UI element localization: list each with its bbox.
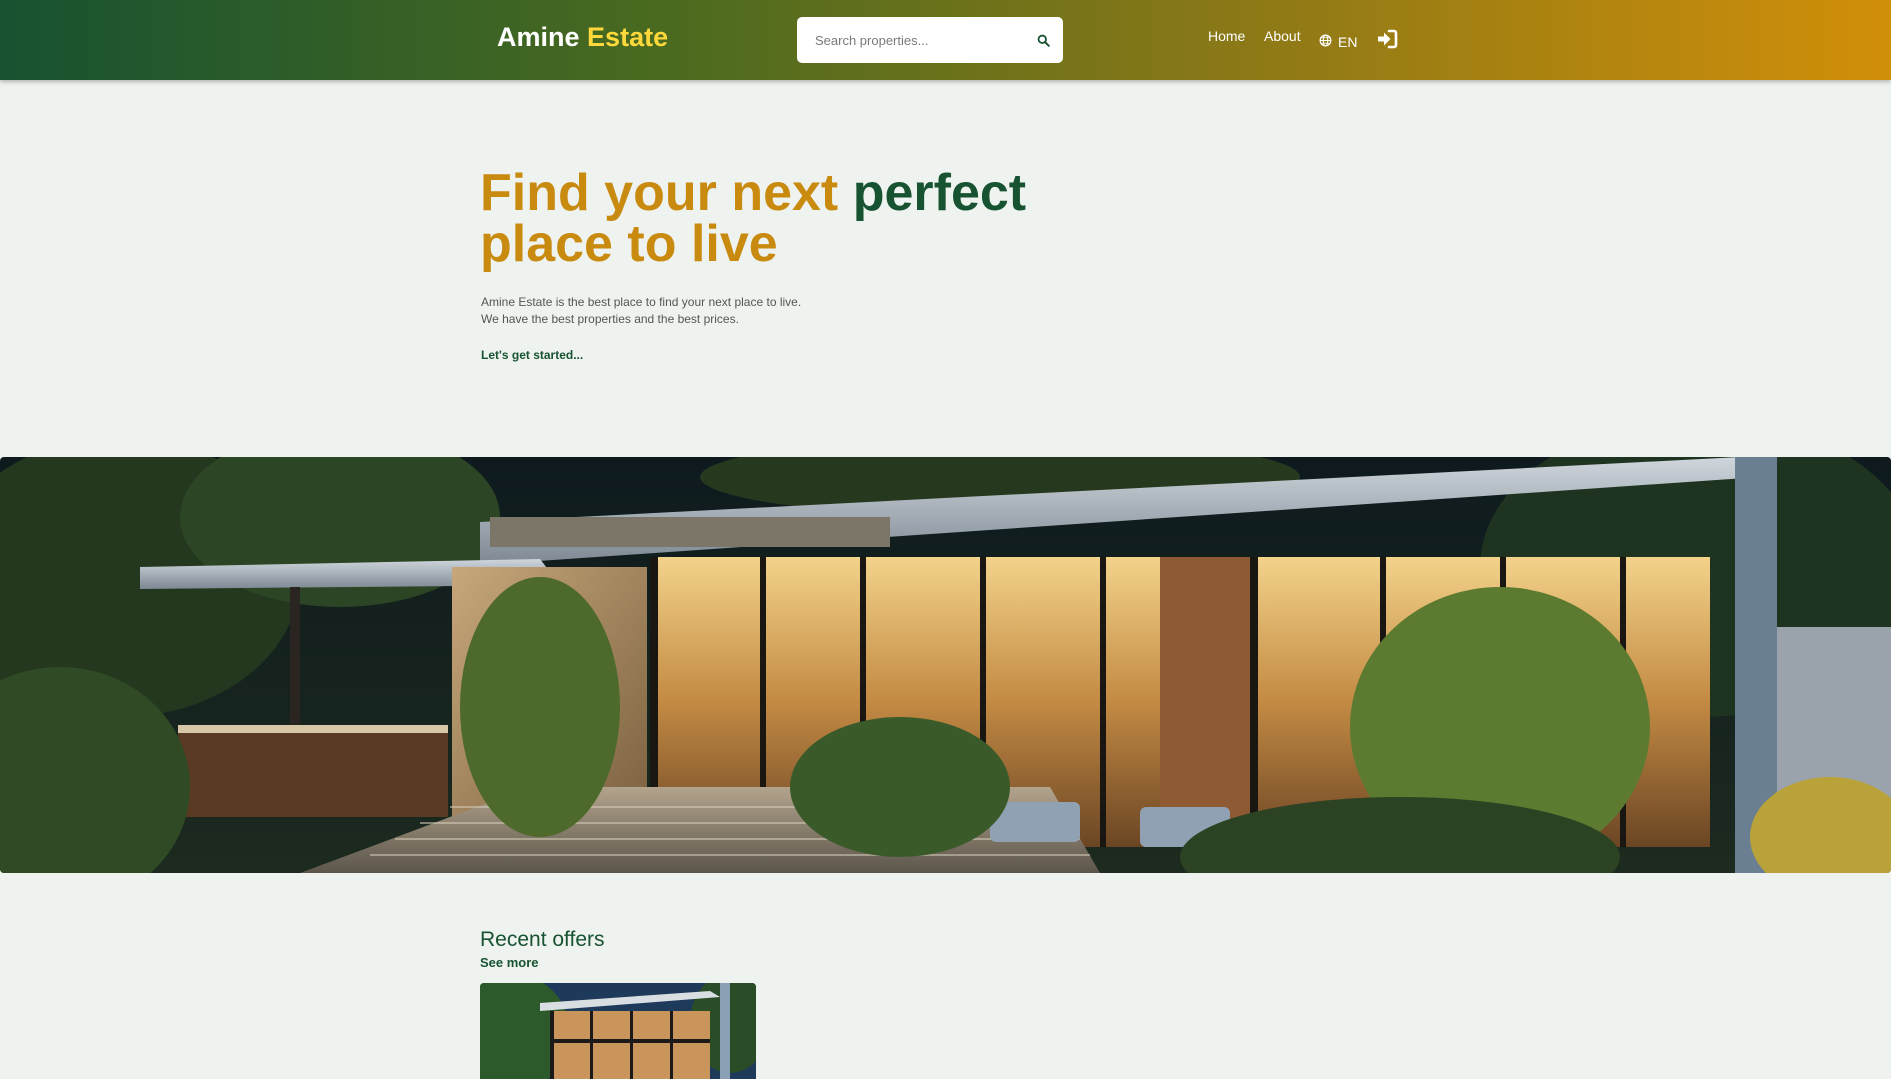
hero-title-part1: Find your next — [480, 164, 839, 222]
nav-about[interactable]: About — [1264, 28, 1301, 52]
hero-description: Amine Estate is the best place to find y… — [481, 294, 901, 328]
hero-description-line2: We have the best properties and the best… — [481, 312, 739, 326]
search-icon[interactable] — [1031, 28, 1055, 52]
hero-title: Find your next perfect place to live — [480, 167, 1100, 273]
logo-accent: Estate — [587, 22, 669, 52]
language-label: EN — [1338, 34, 1358, 50]
sign-in-icon[interactable] — [1376, 29, 1398, 54]
offer-card-image[interactable] — [480, 983, 756, 1079]
top-navbar: Amine Estate Home About EN — [0, 0, 1891, 80]
hero-banner-image — [0, 457, 1891, 873]
search-input[interactable] — [811, 17, 1029, 63]
language-selector[interactable]: EN — [1319, 30, 1357, 54]
hero-title-highlight: perfect — [852, 164, 1027, 222]
hero-title-part3: place to live — [480, 215, 778, 273]
get-started-link[interactable]: Let's get started... — [481, 348, 583, 362]
globe-icon — [1319, 34, 1332, 50]
hero-description-line1: Amine Estate is the best place to find y… — [481, 295, 802, 309]
nav-home[interactable]: Home — [1208, 28, 1245, 52]
logo-primary: Amine — [497, 22, 580, 52]
brand-logo[interactable]: Amine Estate — [497, 22, 668, 53]
recent-offers-title: Recent offers — [480, 928, 605, 951]
search-bar — [797, 17, 1063, 63]
see-more-link[interactable]: See more — [480, 955, 539, 970]
